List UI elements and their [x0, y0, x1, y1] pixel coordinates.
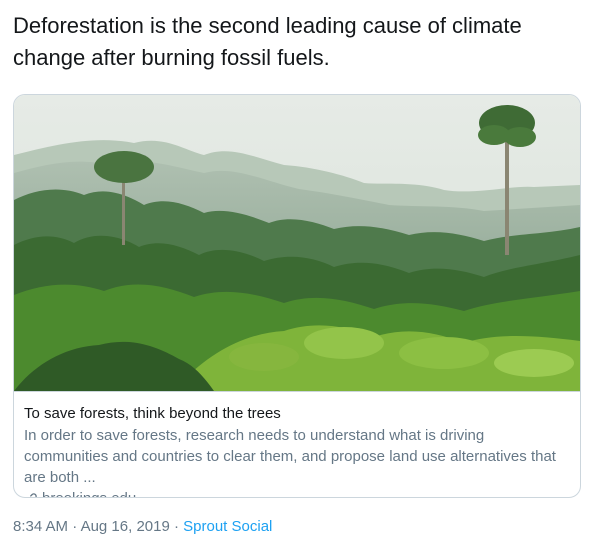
meta-separator: · — [68, 518, 81, 535]
tweet-source-link[interactable]: Sprout Social — [183, 518, 272, 535]
tweet-date[interactable]: Aug 16, 2019 — [81, 518, 170, 535]
card-description: In order to save forests, research needs… — [24, 427, 556, 486]
link-preview-card[interactable]: To save forests, think beyond the trees … — [13, 94, 581, 498]
card-body: To save forests, think beyond the trees … — [14, 391, 580, 497]
tweet-text: Deforestation is the second leading caus… — [13, 13, 522, 70]
meta-separator: · — [169, 518, 184, 535]
card-domain-label: brookings.edu — [42, 489, 136, 497]
link-icon — [30, 492, 37, 497]
card-title[interactable]: To save forests, think beyond the trees — [24, 404, 570, 424]
tweet-time[interactable]: 8:34 AM — [13, 518, 68, 535]
card-domain[interactable]: brookings.edu — [24, 489, 570, 497]
tweet-meta: 8:34 AM · Aug 16, 2019 · Sprout Social — [13, 517, 272, 537]
card-image — [14, 95, 580, 391]
